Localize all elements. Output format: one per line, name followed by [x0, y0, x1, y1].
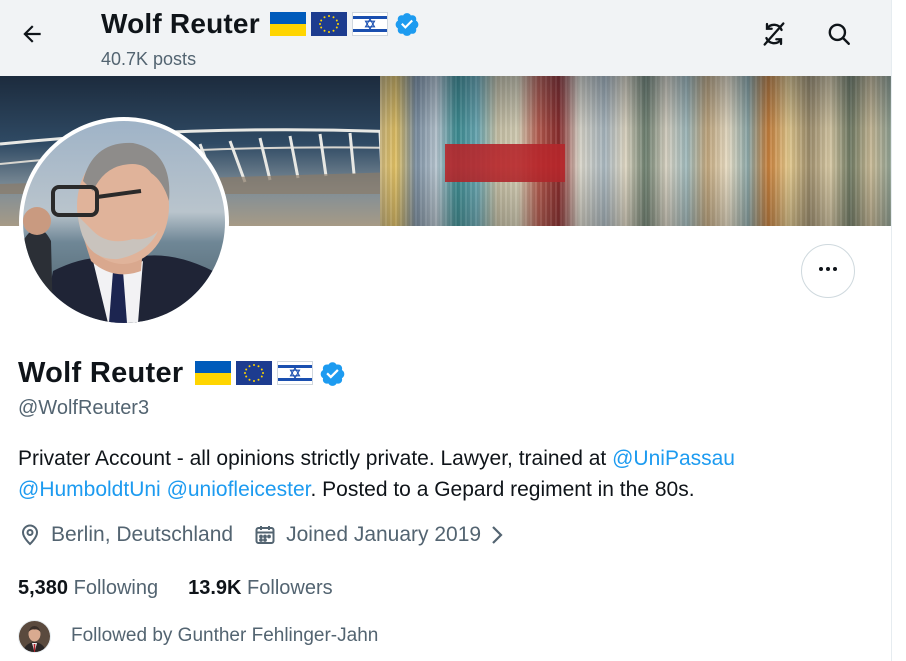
profile-handle: @WolfReuter3: [18, 397, 150, 419]
location-text: Berlin, Deutschland: [51, 523, 234, 546]
followers-count: 13.9K: [188, 576, 242, 599]
following-link[interactable]: 5,380 Following: [18, 577, 158, 600]
profile-avatar[interactable]: [19, 117, 229, 327]
israel-flag-icon: [276, 361, 313, 385]
profile-meta-row: Berlin, Deutschland Joined January 2019: [18, 520, 507, 550]
header-display-name: Wolf Reuter: [101, 8, 260, 39]
followed-by-row[interactable]: Followed by Gunther Fehlinger-Jahn: [18, 619, 378, 653]
mention-link-uniofleicester[interactable]: @uniofleicester: [167, 478, 311, 501]
profile-header-bar: Wolf Reuter 40.7K posts: [0, 0, 891, 76]
search-button[interactable]: [819, 16, 859, 56]
arrow-left-icon: [19, 21, 45, 52]
followers-label: Followers: [247, 576, 333, 599]
verified-badge-icon: [394, 11, 420, 37]
profile-name-row: Wolf Reuter: [18, 355, 346, 391]
chevron-right-icon: [487, 524, 507, 546]
sync-off-icon: [760, 20, 788, 53]
calendar-icon: [253, 523, 277, 547]
sync-button[interactable]: [754, 16, 794, 56]
bio-text: Privater Account - all opinions strictly…: [18, 447, 613, 470]
following-count: 5,380: [18, 576, 69, 599]
followers-link[interactable]: 13.9K Followers: [188, 577, 333, 600]
location-pin-icon: [18, 523, 42, 547]
eu-flag-icon: [310, 12, 347, 36]
ukraine-flag-icon: [269, 12, 306, 36]
ukraine-flag-icon: [194, 361, 231, 385]
more-options-button[interactable]: [801, 244, 855, 298]
follower-avatar: [18, 619, 51, 653]
joined-text: Joined January 2019: [286, 523, 482, 546]
header-title-row: Wolf Reuter: [101, 6, 420, 42]
mention-link-humboldtuni[interactable]: @HumboldtUni: [18, 478, 161, 501]
verified-badge-icon[interactable]: [319, 360, 346, 387]
bio-text: . Posted to a Gepard regiment in the 80s…: [310, 478, 695, 501]
profile-photo: [23, 121, 225, 323]
israel-flag-icon: [351, 12, 388, 36]
back-button[interactable]: [12, 16, 52, 56]
followed-by-text: Followed by Gunther Fehlinger-Jahn: [71, 625, 379, 646]
profile-joined-date[interactable]: Joined January 2019: [253, 523, 507, 547]
header-posts-count: 40.7K posts: [101, 49, 197, 69]
following-label: Following: [73, 576, 159, 599]
search-icon: [826, 21, 852, 52]
more-horizontal-icon: [816, 257, 840, 286]
profile-bio: Privater Account - all opinions strictly…: [18, 443, 878, 505]
eu-flag-icon: [235, 361, 272, 385]
page-right-border: [891, 0, 892, 661]
profile-display-name: Wolf Reuter: [18, 356, 184, 389]
profile-location: Berlin, Deutschland: [18, 523, 233, 547]
profile-stats-row: 5,380 Following 13.9K Followers: [18, 574, 333, 602]
mention-link-unipassau[interactable]: @UniPassau: [612, 447, 735, 470]
